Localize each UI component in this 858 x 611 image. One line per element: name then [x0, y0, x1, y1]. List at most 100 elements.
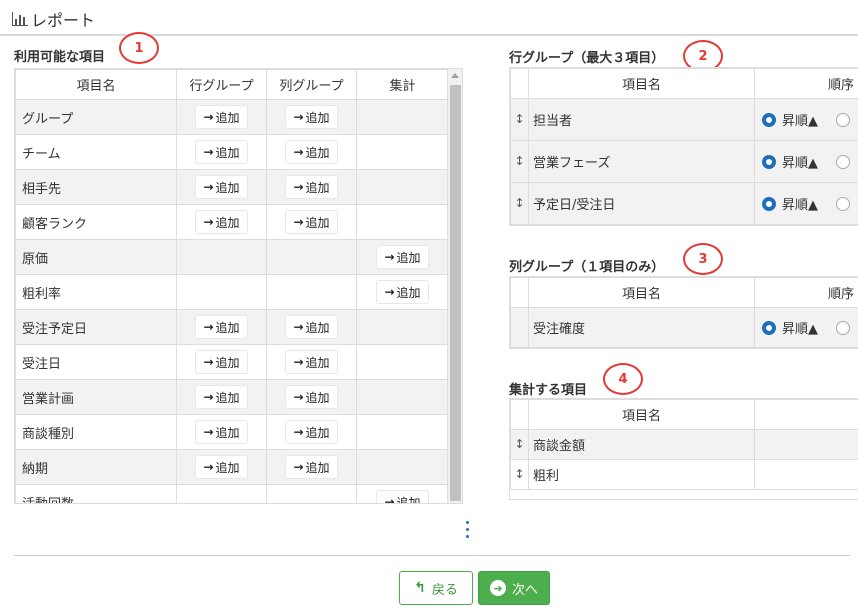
col-group-table: 項目名 順序 受注確度 昇順▲	[509, 276, 858, 349]
column-header-col-group: 列グループ	[266, 69, 357, 100]
add-button-label: 追加	[305, 145, 330, 160]
add-button[interactable]: → 追加	[195, 315, 248, 339]
arrow-right-icon: →	[293, 390, 304, 404]
add-button-label: 追加	[305, 110, 330, 125]
drag-vertical-icon: ↕	[514, 196, 525, 210]
ascending-radio[interactable]	[762, 196, 776, 211]
arrow-right-icon: →	[384, 250, 395, 264]
add-button[interactable]: → 追加	[376, 245, 429, 269]
table-row[interactable]: ↕ 商談金額	[510, 429, 858, 460]
step-badge-4: 4	[603, 363, 643, 395]
table-row: グループ → 追加 → 追加	[15, 99, 449, 135]
add-button[interactable]: → 追加	[195, 175, 248, 199]
item-name: 原価	[15, 239, 177, 275]
add-button[interactable]: → 追加	[285, 175, 338, 199]
column-header-name: 項目名	[528, 277, 755, 308]
drag-handle[interactable]: ↕	[510, 429, 529, 460]
table-row: 納期 → 追加 → 追加	[15, 449, 449, 485]
add-button[interactable]: → 追加	[195, 420, 248, 444]
item-name: 相手先	[15, 169, 177, 205]
add-button[interactable]: → 追加	[285, 315, 338, 339]
descending-radio[interactable]	[836, 112, 850, 127]
ascending-label: 昇順▲	[782, 322, 818, 337]
add-button[interactable]: → 追加	[195, 140, 248, 164]
back-button-label: 戻る	[431, 582, 458, 598]
add-button[interactable]: → 追加	[285, 420, 338, 444]
page-header: レポート	[0, 0, 858, 36]
add-button-label: 追加	[305, 215, 330, 230]
drag-handle[interactable]: ↕	[510, 140, 529, 183]
table-scrollbar[interactable]	[447, 69, 462, 503]
more-vertical-icon[interactable]	[466, 521, 470, 542]
add-button[interactable]: → 追加	[195, 105, 248, 129]
item-name: 営業計画	[15, 379, 177, 415]
drag-handle[interactable]: ↕	[510, 182, 529, 225]
add-button[interactable]: → 追加	[285, 455, 338, 479]
add-button-label: 追加	[215, 180, 240, 195]
column-header-extra	[754, 399, 858, 430]
add-button[interactable]: → 追加	[195, 350, 248, 374]
table-row: 受注日 → 追加 → 追加	[15, 344, 449, 380]
add-button-label: 追加	[215, 145, 240, 160]
add-button[interactable]: → 追加	[285, 210, 338, 234]
add-button[interactable]: → 追加	[376, 490, 429, 504]
add-button-label: 追加	[396, 250, 421, 265]
arrow-right-icon: →	[203, 110, 214, 124]
scroll-thumb[interactable]	[450, 85, 461, 501]
drag-handle[interactable]: ↕	[510, 98, 529, 141]
step-badge-3: 3	[683, 243, 723, 275]
item-name: 受注予定日	[15, 309, 177, 345]
scroll-up-arrow-icon[interactable]	[451, 73, 459, 78]
add-button-label: 追加	[215, 320, 240, 335]
add-button[interactable]: → 追加	[195, 385, 248, 409]
drag-vertical-icon: ↕	[514, 112, 525, 126]
arrow-right-icon: →	[203, 390, 214, 404]
arrow-right-icon: →	[293, 355, 304, 369]
table-row: チーム → 追加 → 追加	[15, 134, 449, 170]
ascending-radio[interactable]	[762, 112, 776, 127]
next-button[interactable]: ➜ 次へ	[478, 571, 550, 605]
add-button[interactable]: → 追加	[376, 280, 429, 304]
add-button-label: 追加	[215, 355, 240, 370]
add-button[interactable]: → 追加	[285, 350, 338, 374]
bar-chart-icon	[12, 12, 28, 26]
add-button[interactable]: → 追加	[285, 385, 338, 409]
add-button-label: 追加	[215, 215, 240, 230]
add-button-label: 追加	[305, 355, 330, 370]
descending-radio[interactable]	[836, 320, 850, 335]
item-name: 顧客ランク	[15, 204, 177, 240]
ascending-label: 昇順▲	[782, 198, 818, 213]
add-button-label: 追加	[305, 180, 330, 195]
aggregate-table: 項目名 ↕ 商談金額 ↕ 粗利	[509, 398, 858, 500]
arrow-right-icon: →	[293, 110, 304, 124]
table-row[interactable]: ↕ 営業フェーズ 昇順▲	[510, 140, 858, 183]
table-row[interactable]: 受注確度 昇順▲	[510, 307, 858, 348]
column-header-name: 項目名	[528, 68, 755, 99]
arrow-right-icon: →	[203, 180, 214, 194]
back-button[interactable]: ↰ 戻る	[399, 571, 473, 605]
table-row: 相手先 → 追加 → 追加	[15, 169, 449, 205]
table-row[interactable]: ↕ 担当者 昇順▲	[510, 98, 858, 141]
drag-handle[interactable]: ↕	[510, 459, 529, 490]
arrow-right-icon: →	[384, 285, 395, 299]
add-button[interactable]: → 追加	[285, 105, 338, 129]
table-row[interactable]: ↕ 粗利	[510, 459, 858, 490]
item-name: 粗利率	[15, 274, 177, 310]
drag-handle[interactable]	[510, 307, 529, 348]
ascending-label: 昇順▲	[782, 114, 818, 129]
arrow-right-icon: →	[384, 495, 395, 504]
column-header-name: 項目名	[528, 399, 755, 430]
add-button[interactable]: → 追加	[195, 210, 248, 234]
add-button[interactable]: → 追加	[285, 140, 338, 164]
add-button-label: 追加	[396, 285, 421, 300]
descending-radio[interactable]	[836, 154, 850, 169]
add-button-label: 追加	[396, 495, 421, 504]
table-row[interactable]: ↕ 予定日/受注日 昇順▲	[510, 182, 858, 225]
add-button[interactable]: → 追加	[195, 455, 248, 479]
table-row: 商談種別 → 追加 → 追加	[15, 414, 449, 450]
ascending-radio[interactable]	[762, 154, 776, 169]
add-button-label: 追加	[215, 425, 240, 440]
add-button-label: 追加	[305, 390, 330, 405]
ascending-radio[interactable]	[762, 320, 776, 335]
descending-radio[interactable]	[836, 196, 850, 211]
